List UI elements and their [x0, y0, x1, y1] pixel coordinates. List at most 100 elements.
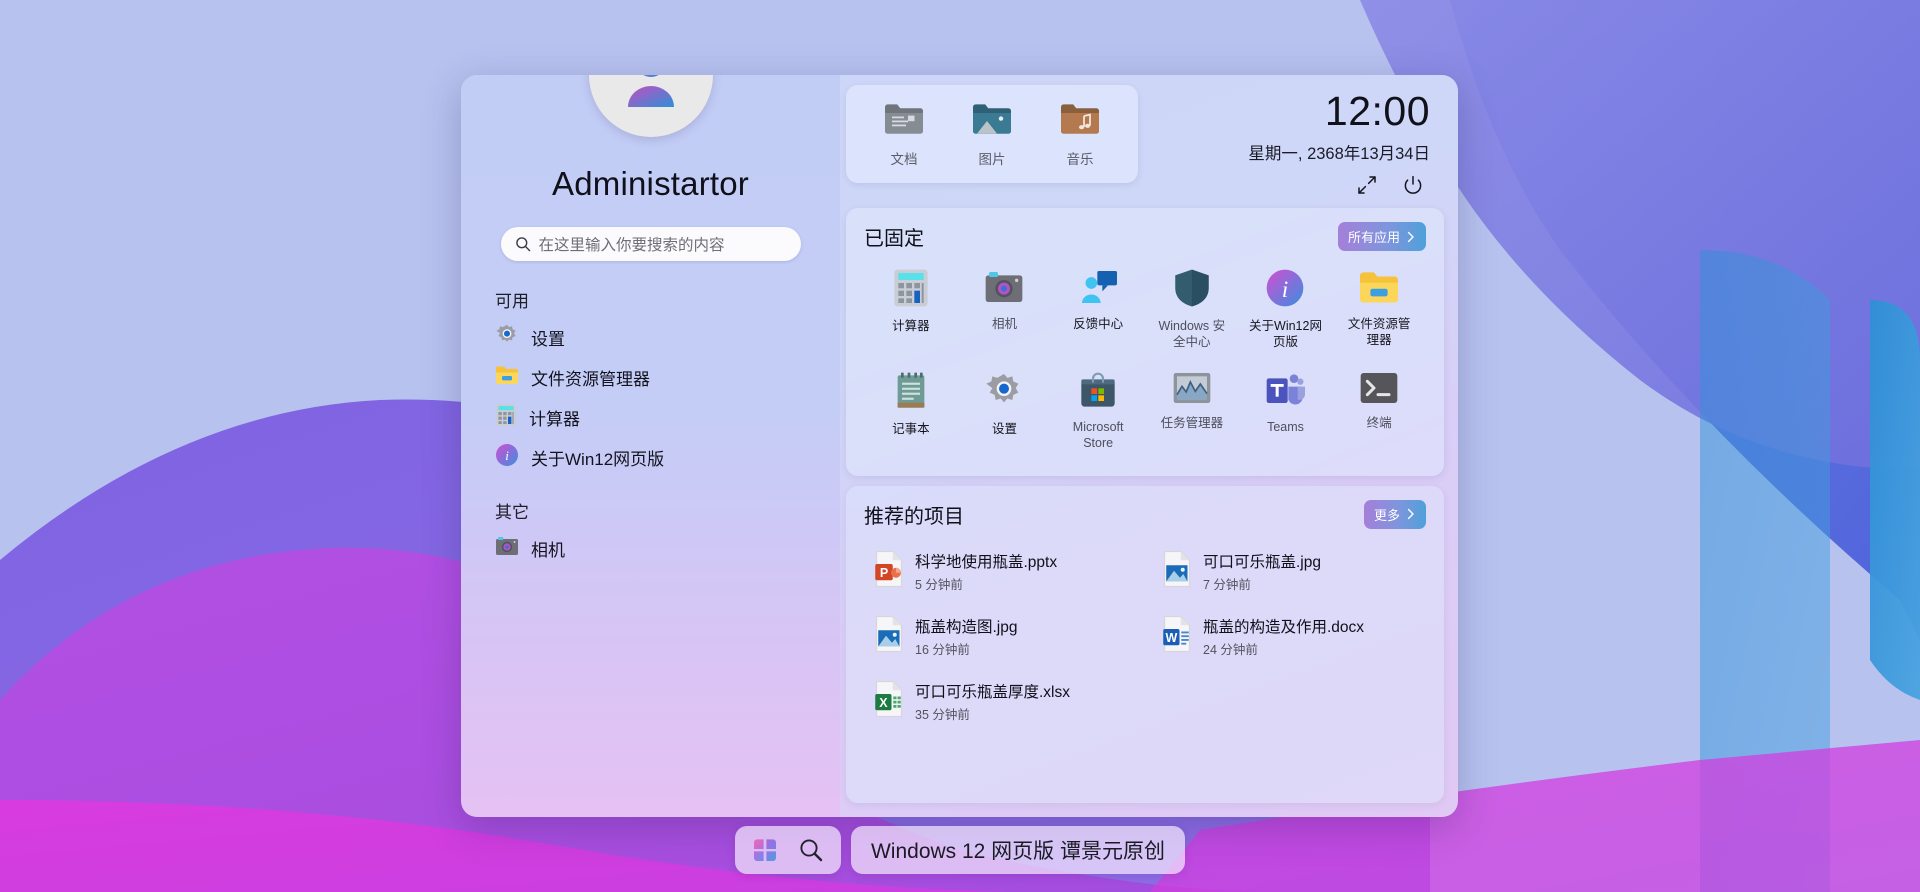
sidebar-item-label: 相机 [531, 536, 565, 561]
search-icon [515, 236, 531, 252]
expand-button[interactable] [1354, 172, 1380, 198]
more-button[interactable]: 更多 [1364, 500, 1426, 529]
pinned-apps-card: 已固定 所有应用 [846, 208, 1444, 476]
taskbar: Windows 12 网页版 谭景元原创 [0, 826, 1920, 874]
pinned-app-task-manager[interactable]: 任务管理器 [1145, 362, 1239, 459]
settings-gear-icon [495, 323, 519, 352]
sidebar-item-about-win12[interactable]: i 关于Win12网页版 [495, 442, 840, 472]
pinned-app-microsoft-store[interactable]: Microsoft Store [1051, 362, 1145, 459]
pinned-app-teams[interactable]: Teams [1239, 362, 1333, 459]
recommended-name: 可口可乐瓶盖厚度.xlsx [915, 680, 1070, 702]
feedback-hub-icon [1078, 268, 1118, 311]
recommended-name: 瓶盖构造图.jpg [915, 615, 1018, 637]
clock-actions [1146, 172, 1430, 198]
windows-security-shield-icon [1173, 268, 1211, 313]
pinned-title: 已固定 [864, 222, 924, 251]
folder-shortcut-music[interactable]: 音乐 [1040, 97, 1120, 173]
app-label: Teams [1267, 420, 1304, 436]
recommended-text: 科学地使用瓶盖.pptx 5 分钟前 [915, 550, 1057, 593]
taskbar-buttons [735, 826, 841, 874]
app-label: Windows 安全中心 [1155, 319, 1229, 350]
taskbar-search-button[interactable] [791, 830, 831, 870]
app-label: 反馈中心 [1073, 317, 1123, 333]
app-label: 设置 [992, 422, 1017, 438]
notepad-icon [893, 371, 929, 416]
avatar[interactable] [589, 75, 713, 137]
recommended-name: 科学地使用瓶盖.pptx [915, 550, 1057, 572]
pinned-app-settings[interactable]: 设置 [958, 362, 1052, 459]
recommended-card: 推荐的项目 更多 [846, 486, 1444, 804]
all-apps-button[interactable]: 所有应用 [1338, 222, 1426, 251]
desktop: Administartor 在这里输入你要搜索的内容 可用 [0, 0, 1920, 892]
info-circle-icon: i [1265, 268, 1305, 313]
pinned-app-calculator[interactable]: 计算器 [864, 259, 958, 358]
excel-file-icon: X [874, 680, 904, 723]
start-button[interactable] [745, 830, 785, 870]
powerpoint-file-icon: P [874, 550, 904, 593]
folder-shortcut-documents[interactable]: 文档 [864, 97, 944, 173]
sidebar-item-file-explorer[interactable]: 文件资源管理器 [495, 362, 840, 392]
recommended-name: 瓶盖的构造及作用.docx [1203, 615, 1364, 637]
pinned-app-about-win12[interactable]: i 关于Win12网页版 [1239, 259, 1333, 358]
image-file-icon [874, 615, 904, 658]
pinned-app-camera[interactable]: 相机 [958, 259, 1052, 358]
image-file-icon [1162, 550, 1192, 593]
recommended-item[interactable]: 瓶盖构造图.jpg 16 分钟前 [864, 606, 1138, 667]
pinned-app-notepad[interactable]: 记事本 [864, 362, 958, 459]
chevron-right-icon [1406, 508, 1416, 520]
info-circle-icon: i [495, 443, 519, 472]
recommended-time: 24 分钟前 [1203, 639, 1364, 658]
recommended-item[interactable]: P 科学地使用瓶盖.pptx 5 分钟前 [864, 541, 1138, 602]
expand-arrows-icon [1356, 174, 1378, 196]
pinned-header: 已固定 所有应用 [864, 222, 1426, 251]
start-menu: Administartor 在这里输入你要搜索的内容 可用 [461, 75, 1458, 817]
app-label: 任务管理器 [1161, 416, 1224, 432]
all-apps-label: 所有应用 [1348, 227, 1400, 246]
recommended-time: 35 分钟前 [915, 704, 1070, 723]
folder-explorer-icon [495, 364, 519, 391]
chevron-right-icon [1406, 231, 1416, 243]
app-label: 记事本 [892, 422, 930, 438]
svg-text:i: i [505, 448, 509, 463]
folder-pictures-icon [972, 102, 1012, 141]
start-menu-left-panel: Administartor 在这里输入你要搜索的内容 可用 [461, 75, 840, 817]
app-label: Microsoft Store [1061, 420, 1135, 451]
recommended-time: 16 分钟前 [915, 639, 1018, 658]
windows-logo-icon [752, 837, 778, 863]
folder-music-icon [1060, 102, 1100, 141]
recommended-item[interactable]: 可口可乐瓶盖.jpg 7 分钟前 [1152, 541, 1426, 602]
recommended-time: 5 分钟前 [915, 574, 1057, 593]
folder-shortcut-pictures[interactable]: 图片 [952, 97, 1032, 173]
recommended-item[interactable]: X 可口可乐瓶盖厚度.xlsx 35 分钟前 [864, 671, 1138, 732]
pinned-app-file-explorer[interactable]: 文件资源管理器 [1332, 259, 1426, 358]
power-icon [1402, 174, 1424, 196]
pinned-app-terminal[interactable]: 终端 [1332, 362, 1426, 459]
recommended-name: 可口可乐瓶盖.jpg [1203, 550, 1321, 572]
settings-gear-icon [984, 371, 1024, 416]
power-button[interactable] [1400, 172, 1426, 198]
recommended-text: 可口可乐瓶盖.jpg 7 分钟前 [1203, 550, 1321, 593]
pinned-apps-grid: 计算器 相机 [864, 259, 1426, 460]
pinned-app-feedback-hub[interactable]: 反馈中心 [1051, 259, 1145, 358]
sidebar-item-settings[interactable]: 设置 [495, 322, 840, 352]
sidebar-item-camera[interactable]: 相机 [495, 533, 840, 563]
quick-folders-card: 文档 图片 [846, 85, 1138, 183]
svg-text:P: P [880, 566, 888, 580]
recommended-time: 7 分钟前 [1203, 574, 1321, 593]
pinned-app-windows-security[interactable]: Windows 安全中心 [1145, 259, 1239, 358]
svg-text:X: X [879, 696, 888, 710]
recommended-text: 可口可乐瓶盖厚度.xlsx 35 分钟前 [915, 680, 1070, 723]
terminal-icon [1359, 371, 1399, 410]
search-input[interactable]: 在这里输入你要搜索的内容 [501, 227, 801, 261]
clock-area: 12:00 星期一, 2368年13月34日 [1146, 85, 1444, 198]
more-label: 更多 [1374, 505, 1400, 524]
calculator-icon [892, 268, 930, 313]
word-file-icon: W [1162, 615, 1192, 658]
recommended-item[interactable]: W 瓶盖的构造及作用.docx 24 分钟前 [1152, 606, 1426, 667]
calculator-icon [495, 403, 517, 432]
search-icon [798, 837, 824, 863]
app-label: 终端 [1367, 416, 1392, 432]
sidebar-item-calculator[interactable]: 计算器 [495, 402, 840, 432]
microsoft-store-icon [1078, 371, 1118, 414]
taskbar-title: Windows 12 网页版 谭景元原创 [851, 826, 1185, 874]
